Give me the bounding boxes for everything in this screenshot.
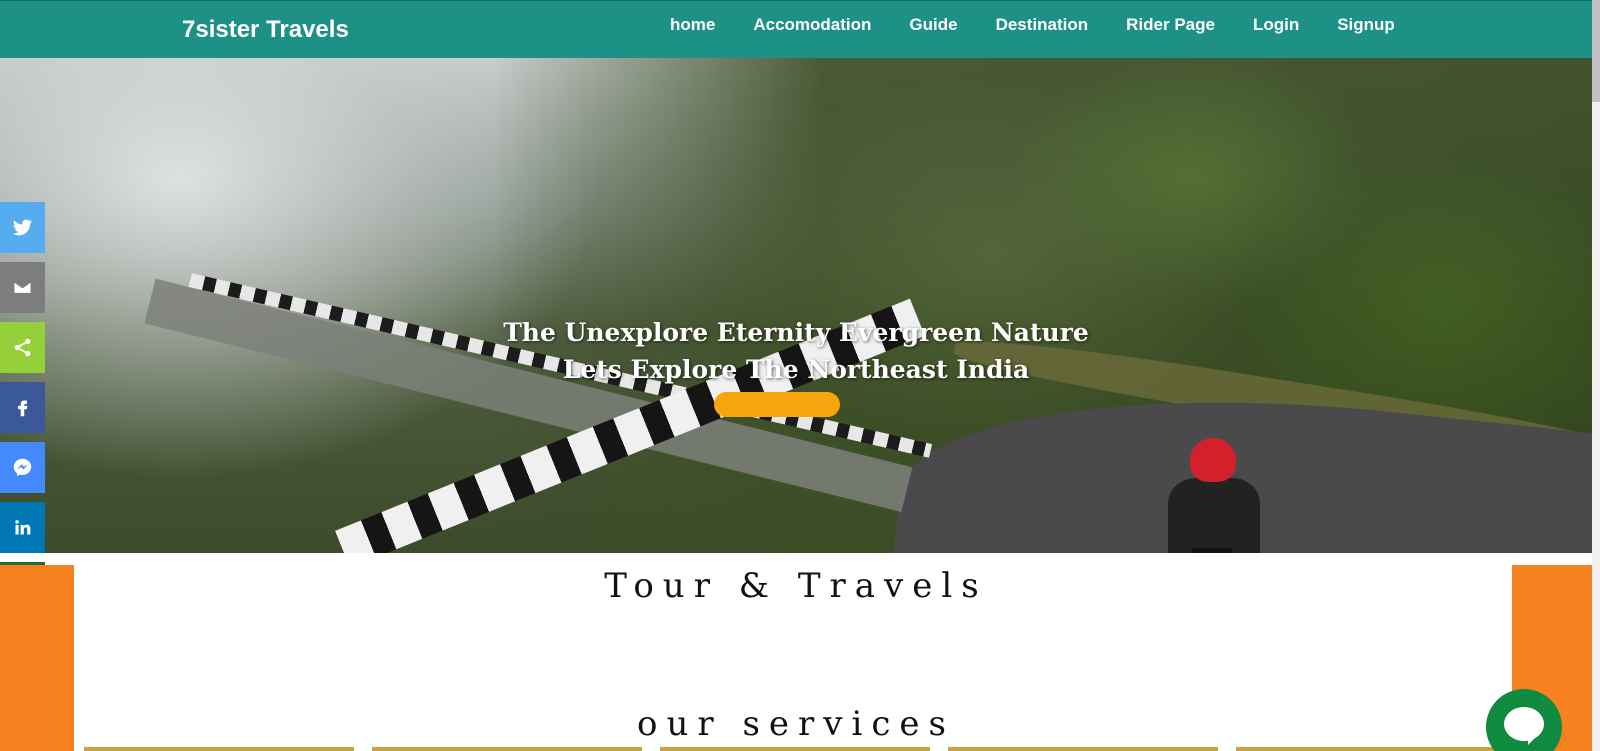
nav-links: home Accomodation Guide Destination Ride… — [670, 15, 1433, 35]
page-scrollbar[interactable] — [1592, 0, 1600, 751]
nav-link-signup[interactable]: Signup — [1337, 15, 1395, 35]
hero-banner: The Unexplore Eternity Evergreen Nature … — [0, 58, 1592, 553]
chat-icon-tail — [1528, 733, 1540, 745]
scrollbar-thumb[interactable] — [1592, 0, 1600, 102]
hero-headline-line1: The Unexplore Eternity Evergreen Nature — [503, 318, 1089, 347]
twitter-share-button[interactable] — [0, 202, 45, 253]
rider-helmet — [1190, 438, 1236, 482]
nav-link-guide[interactable]: Guide — [909, 15, 957, 35]
email-share-button[interactable] — [0, 262, 45, 313]
service-card[interactable] — [660, 747, 930, 751]
hero-headline: The Unexplore Eternity Evergreen Nature … — [0, 314, 1592, 388]
share-button[interactable] — [0, 322, 45, 373]
service-card[interactable] — [84, 747, 354, 751]
twitter-icon — [12, 219, 33, 236]
facebook-share-button[interactable] — [0, 382, 45, 433]
service-card[interactable] — [948, 747, 1218, 751]
service-card[interactable] — [372, 747, 642, 751]
hero-headline-line2: Lets Explore The Northeast India — [562, 355, 1030, 384]
brand-logo-text[interactable]: 7sister Travels — [182, 16, 349, 44]
nav-link-accomodation[interactable]: Accomodation — [753, 15, 871, 35]
service-card[interactable] — [1236, 747, 1506, 751]
messenger-share-button[interactable] — [0, 442, 45, 493]
share-icon — [14, 338, 31, 357]
services-title: our services — [637, 704, 955, 744]
email-icon — [13, 280, 32, 295]
hero-cta-button[interactable] — [714, 392, 840, 417]
hero-motorcycle-rider — [1150, 438, 1270, 553]
motorcycle — [1192, 548, 1232, 553]
messenger-icon — [13, 458, 32, 477]
nav-link-login[interactable]: Login — [1253, 15, 1299, 35]
facebook-icon — [18, 400, 28, 417]
nav-link-home[interactable]: home — [670, 15, 715, 35]
section-title: Tour & Travels — [604, 566, 988, 606]
nav-link-destination[interactable]: Destination — [996, 15, 1089, 35]
navbar: 7sister Travels home Accomodation Guide … — [0, 0, 1600, 58]
linkedin-share-button[interactable] — [0, 502, 45, 553]
nav-link-rider-page[interactable]: Rider Page — [1126, 15, 1215, 35]
linkedin-icon — [15, 520, 31, 535]
rider-jacket — [1168, 478, 1260, 553]
